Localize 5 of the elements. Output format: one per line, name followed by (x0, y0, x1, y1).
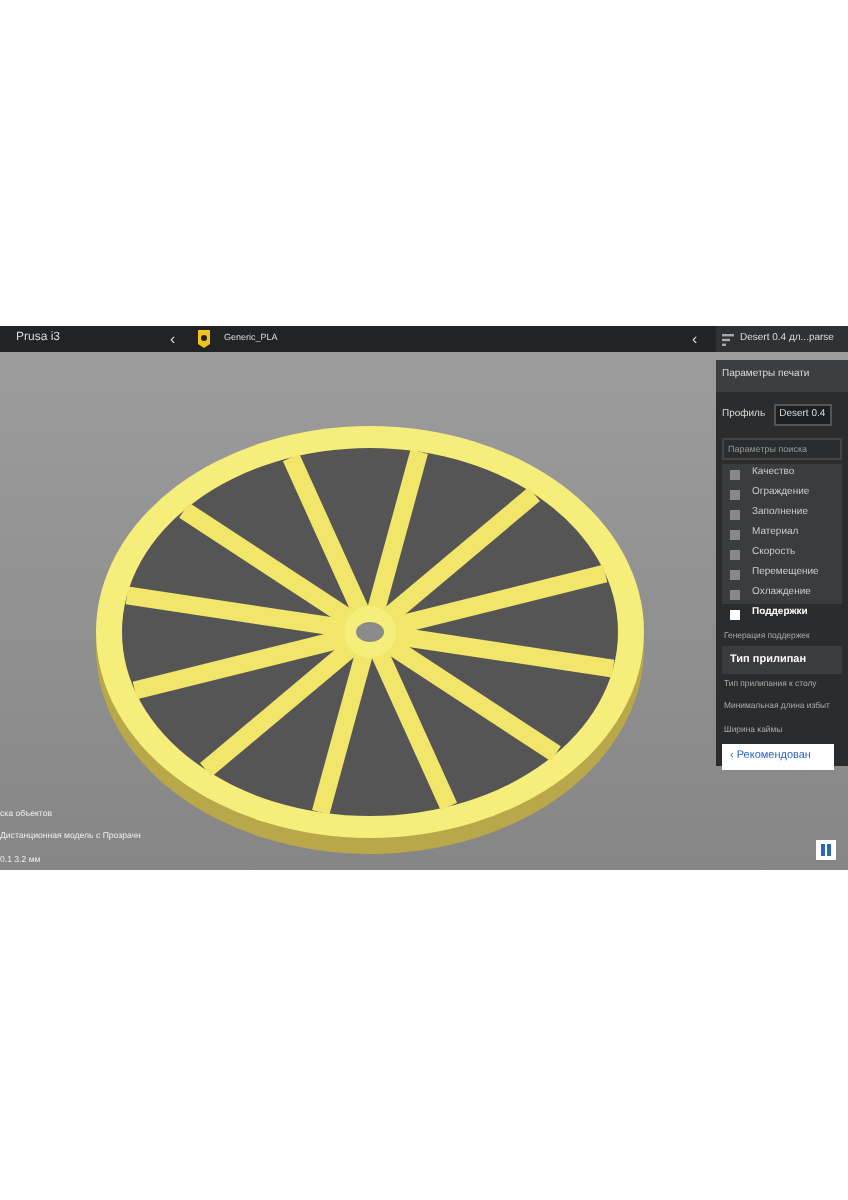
collapse-arrow[interactable]: ‹ (692, 327, 716, 351)
settings-icon (722, 333, 734, 345)
pause-button[interactable] (816, 840, 836, 860)
pause-icon (820, 844, 832, 856)
collapse-arrow[interactable]: ‹ (170, 327, 196, 351)
